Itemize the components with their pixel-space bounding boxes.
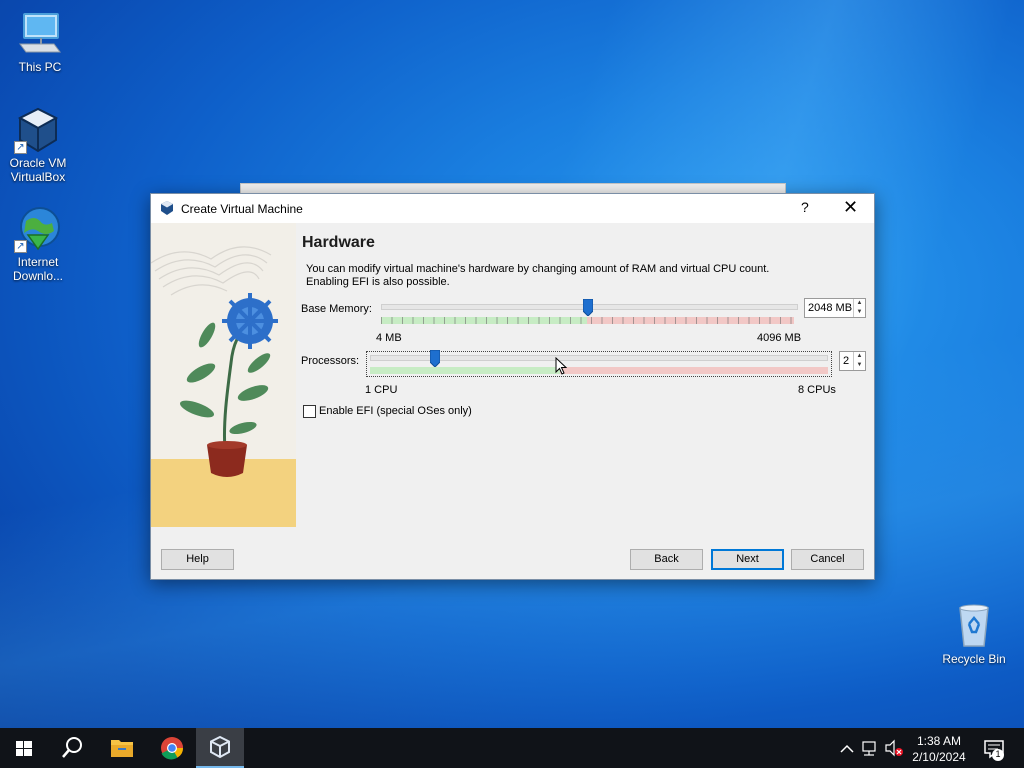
volume-muted-icon [885,739,903,757]
network-icon [862,741,876,756]
arrow-down-icon[interactable]: ▼ [854,308,865,317]
base-memory-label: Base Memory: [301,303,372,315]
action-center-button[interactable]: 1 [976,728,1024,768]
page-heading: Hardware [302,234,375,251]
search-icon [62,737,82,758]
page-description: You can modify virtual machine's hardwar… [306,263,770,288]
system-tray [838,728,904,768]
start-button[interactable] [0,728,48,768]
desktop-icon-label: Oracle VM VirtualBox [9,156,67,184]
virtualbox-icon [159,200,175,216]
processors-scale [370,367,828,374]
chrome-button[interactable] [148,728,196,768]
notification-icon [984,740,1004,761]
chrome-icon [161,737,183,760]
this-pc-icon [16,10,64,58]
desktop-icon-recycle-bin[interactable]: Recycle Bin [936,602,1012,666]
dialog-titlebar[interactable]: Create Virtual Machine ? ✕ [151,194,874,223]
spinbox-arrows[interactable]: ▲ ▼ [853,352,865,370]
virtualbox-icon: ↗ [14,106,62,154]
processors-label: Processors: [301,355,360,367]
file-explorer-button[interactable] [98,728,146,768]
taskbar-clock[interactable]: 1:38 AM 2/10/2024 [906,733,972,765]
notification-count-badge: 1 [995,749,1001,759]
idm-globe-icon: ↗ [14,205,62,253]
wizard-illustration [151,223,296,527]
processors-spinbox[interactable]: 2 ▲ ▼ [839,351,866,371]
base-memory-slider-thumb[interactable] [582,298,593,317]
mouse-cursor-icon [555,356,568,375]
dialog-footer: Help Back Next Cancel [151,539,874,579]
processors-min-label: 1 CPU [365,384,398,396]
virtualbox-icon [210,735,230,759]
desktop-icon-this-pc[interactable]: This PC [2,10,78,74]
spinbox-arrows[interactable]: ▲ ▼ [853,299,865,317]
processors-max-label: 8 CPUs [798,384,836,396]
windows-logo-icon [16,741,32,756]
desktop-icon-label: Recycle Bin [942,652,1006,666]
desktop-icon-virtualbox[interactable]: ↗ Oracle VM VirtualBox [0,106,76,184]
arrow-up-icon[interactable]: ▲ [854,299,865,308]
base-memory-spinbox[interactable]: 2048 MB ▲ ▼ [804,298,866,318]
clock-time: 1:38 AM [916,734,962,748]
next-button[interactable]: Next [711,549,784,570]
enable-efi-label[interactable]: Enable EFI (special OSes only) [319,405,472,417]
create-vm-dialog: Create Virtual Machine ? ✕ Hardware You … [150,193,875,580]
help-button[interactable]: Help [161,549,234,570]
processors-value: 2 [843,355,850,367]
close-button[interactable]: ✕ [843,197,861,218]
memory-max-label: 4096 MB [757,332,802,344]
enable-efi-checkbox[interactable] [303,405,316,418]
desktop-icon-label: This PC [18,60,62,74]
processors-slider-thumb[interactable] [429,349,441,368]
cancel-button[interactable]: Cancel [791,549,864,570]
search-button[interactable] [48,728,96,768]
arrow-down-icon[interactable]: ▼ [854,361,865,370]
clock-date: 2/10/2024 [912,750,966,764]
memory-min-label: 4 MB [376,332,402,344]
chevron-up-icon [840,744,854,753]
desktop-icon-internet-download-manager[interactable]: ↗ Internet Downlo... [0,205,76,283]
context-help-button[interactable]: ? [801,199,817,215]
folder-icon [111,740,133,757]
arrow-up-icon[interactable]: ▲ [854,352,865,361]
shortcut-arrow-icon: ↗ [14,141,27,154]
base-memory-scale [381,317,794,324]
desktop-icon-label: Internet Downlo... [12,255,64,283]
shortcut-arrow-icon: ↗ [14,240,27,253]
recycle-bin-icon [950,602,998,650]
back-button[interactable]: Back [630,549,703,570]
taskbar: 1:38 AM 2/10/2024 1 [0,728,1024,768]
dialog-title: Create Virtual Machine [181,202,303,216]
virtualbox-taskbar-button[interactable] [196,728,244,768]
base-memory-value: 2048 MB [808,302,853,314]
